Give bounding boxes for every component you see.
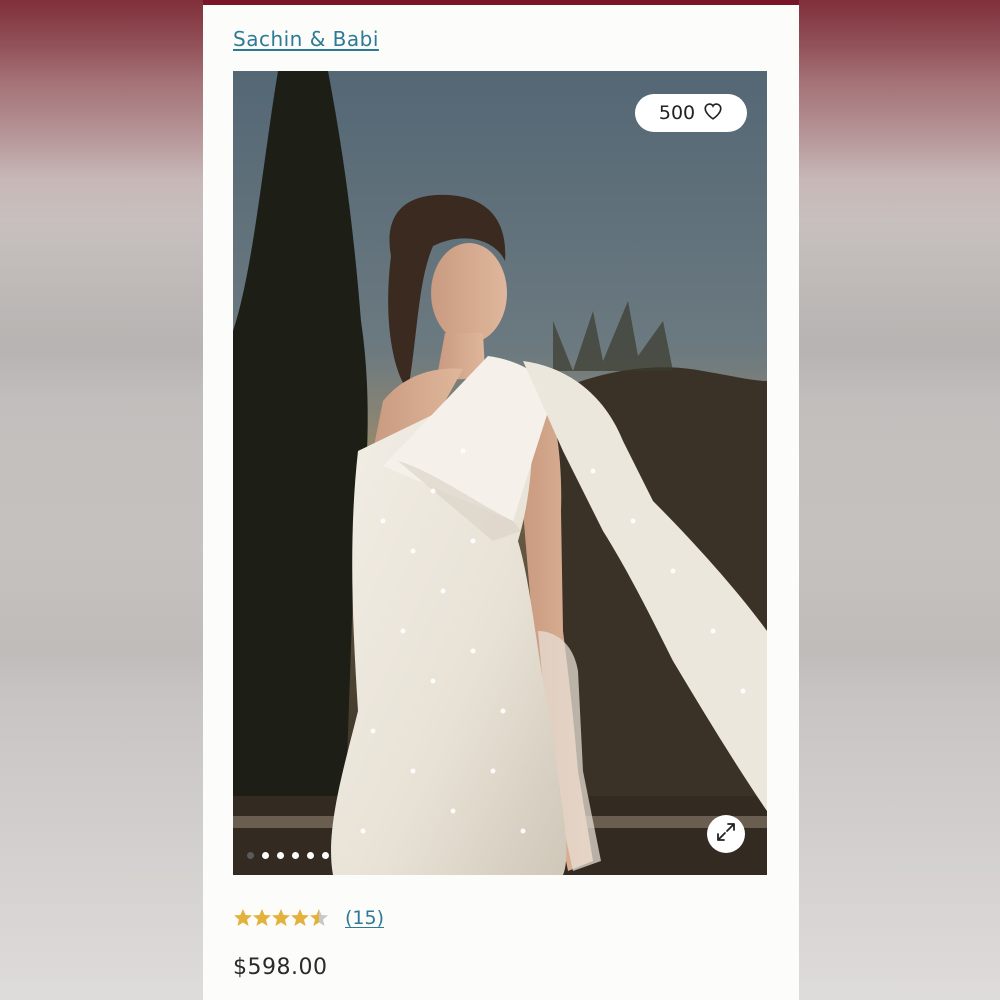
product-rating: (15) xyxy=(233,907,384,929)
carousel-dot[interactable] xyxy=(322,852,329,859)
product-image[interactable]: 500 xyxy=(233,71,767,875)
carousel-dot[interactable] xyxy=(247,852,254,859)
like-button[interactable]: 500 xyxy=(635,94,747,132)
heart-icon xyxy=(703,102,723,125)
brand-link[interactable]: Sachin & Babi xyxy=(233,27,379,51)
carousel-dot[interactable] xyxy=(277,852,284,859)
like-count: 500 xyxy=(658,102,696,124)
expand-image-button[interactable] xyxy=(707,815,745,853)
expand-icon xyxy=(716,822,736,846)
carousel-dot[interactable] xyxy=(307,852,314,859)
star-rating xyxy=(233,908,329,928)
product-photo-illustration xyxy=(233,71,767,875)
product-card: Sachin & Babi 500 (15) $598.00 xyxy=(203,0,799,1000)
review-count-link[interactable]: (15) xyxy=(345,907,384,929)
product-price: $598.00 xyxy=(233,955,328,980)
carousel-dots xyxy=(247,852,329,859)
carousel-dot[interactable] xyxy=(262,852,269,859)
stars-icon xyxy=(234,909,328,926)
carousel-dot[interactable] xyxy=(292,852,299,859)
